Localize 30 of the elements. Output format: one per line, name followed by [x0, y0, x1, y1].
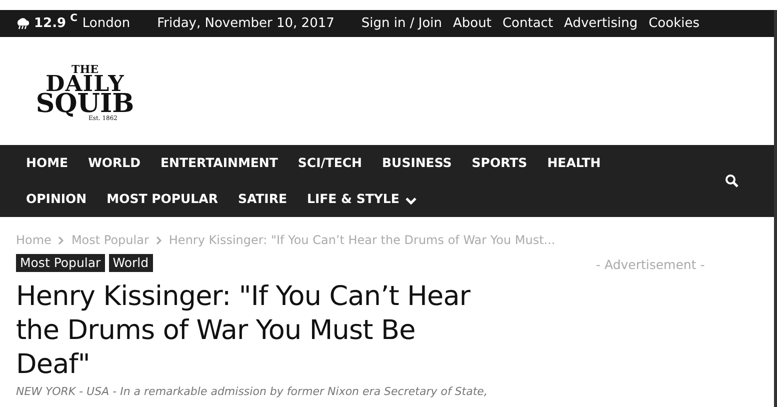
nav-item[interactable]: ENTERTAINMENT	[150, 145, 288, 181]
nav-item[interactable]: OPINION	[16, 181, 97, 217]
chevron-right-icon	[58, 236, 64, 244]
top-link[interactable]: About	[453, 16, 492, 31]
top-link[interactable]: Sign in / Join	[361, 16, 442, 31]
breadcrumb-current: Henry Kissinger: "If You Can’t Hear the Drums of War You Must...	[168, 233, 556, 247]
nav-item[interactable]: BUSINESS	[372, 145, 462, 181]
nav-item[interactable]: WORLD	[78, 145, 150, 181]
nav-item[interactable]: HOME	[16, 145, 78, 181]
date-text: Friday, November 10, 2017	[157, 16, 334, 31]
top-link[interactable]: Advertising	[564, 16, 638, 31]
article-excerpt: NEW YORK - USA - In a remarkable admission by former Nixon era Secretary of State,	[16, 385, 488, 398]
nav-item[interactable]: LIFE & STYLE	[297, 181, 428, 217]
top-link[interactable]: Cookies	[648, 16, 700, 31]
nav-item[interactable]: SCI/TECH	[288, 145, 372, 181]
nav-item[interactable]: SATIRE	[228, 181, 298, 217]
nav-item[interactable]: SPORTS	[462, 145, 538, 181]
article-title: Henry Kissinger: "If You Can’t Hear the Drums of War You Must Be Deaf"	[16, 280, 472, 382]
temperature: 12.9	[34, 16, 66, 31]
weather-cloud-icon	[16, 18, 29, 30]
search-icon[interactable]	[725, 174, 739, 188]
category-tag[interactable]: World	[108, 254, 153, 272]
category-tag[interactable]: Most Popular	[16, 254, 105, 272]
city-name: London	[82, 16, 130, 31]
chevron-right-icon	[156, 236, 162, 244]
temperature-unit: C	[70, 13, 78, 24]
top-link[interactable]: Contact	[502, 16, 554, 31]
nav-item[interactable]: MOST POPULAR	[96, 181, 228, 217]
advertisement-label: - Advertisement -	[596, 257, 705, 272]
nav-item[interactable]: HEALTH	[537, 145, 611, 181]
